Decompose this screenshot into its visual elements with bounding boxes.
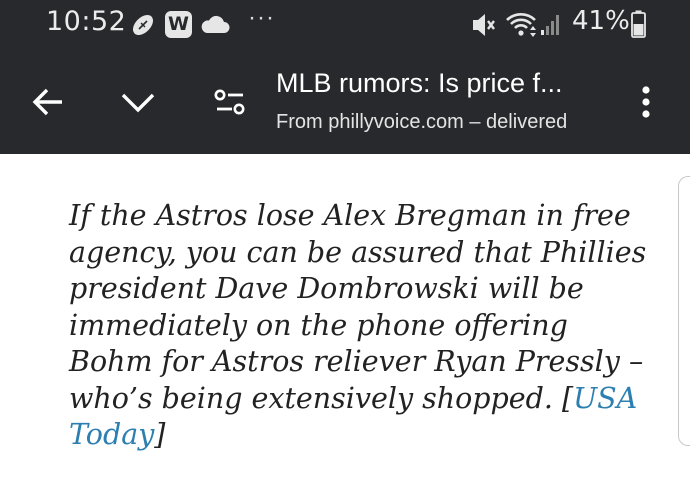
mute-icon <box>473 14 495 36</box>
chevron-down-icon <box>121 93 155 113</box>
scroll-handle[interactable] <box>678 176 690 446</box>
more-notifications-icon: ··· <box>248 4 275 31</box>
article-quote: If the Astros lose Alex Bregman in free … <box>69 198 649 454</box>
article-content: If the Astros lose Alex Bregman in free … <box>0 154 690 500</box>
football-icon <box>132 14 154 36</box>
bracket-open: [ <box>562 381 574 415</box>
status-bar: 10:52 W ··· 41% <box>0 0 690 50</box>
wifi-icon <box>506 13 536 37</box>
page-settings-icon <box>214 89 245 115</box>
battery-icon <box>631 10 646 38</box>
collapse-button[interactable] <box>112 76 164 128</box>
more-vert-icon <box>642 86 650 118</box>
page-source-subtitle: From phillyvoice.com – delivered <box>276 111 568 133</box>
page-title: MLB rumors: Is price f... <box>276 68 563 98</box>
signal-icon <box>541 15 559 35</box>
back-button[interactable] <box>22 76 74 128</box>
cloud-icon <box>201 15 230 33</box>
overflow-menu-button[interactable] <box>626 76 666 128</box>
page-settings-button[interactable] <box>204 76 256 128</box>
status-time: 10:52 <box>46 6 127 37</box>
w-app-icon: W <box>165 11 192 38</box>
back-arrow-icon <box>32 88 62 116</box>
bracket-close: ] <box>154 418 166 451</box>
quote-text: If the Astros lose Alex Bregman in free … <box>69 199 647 415</box>
battery-percent: 41% <box>572 6 630 36</box>
custom-tab-toolbar: MLB rumors: Is price f... From phillyvoi… <box>0 50 690 154</box>
